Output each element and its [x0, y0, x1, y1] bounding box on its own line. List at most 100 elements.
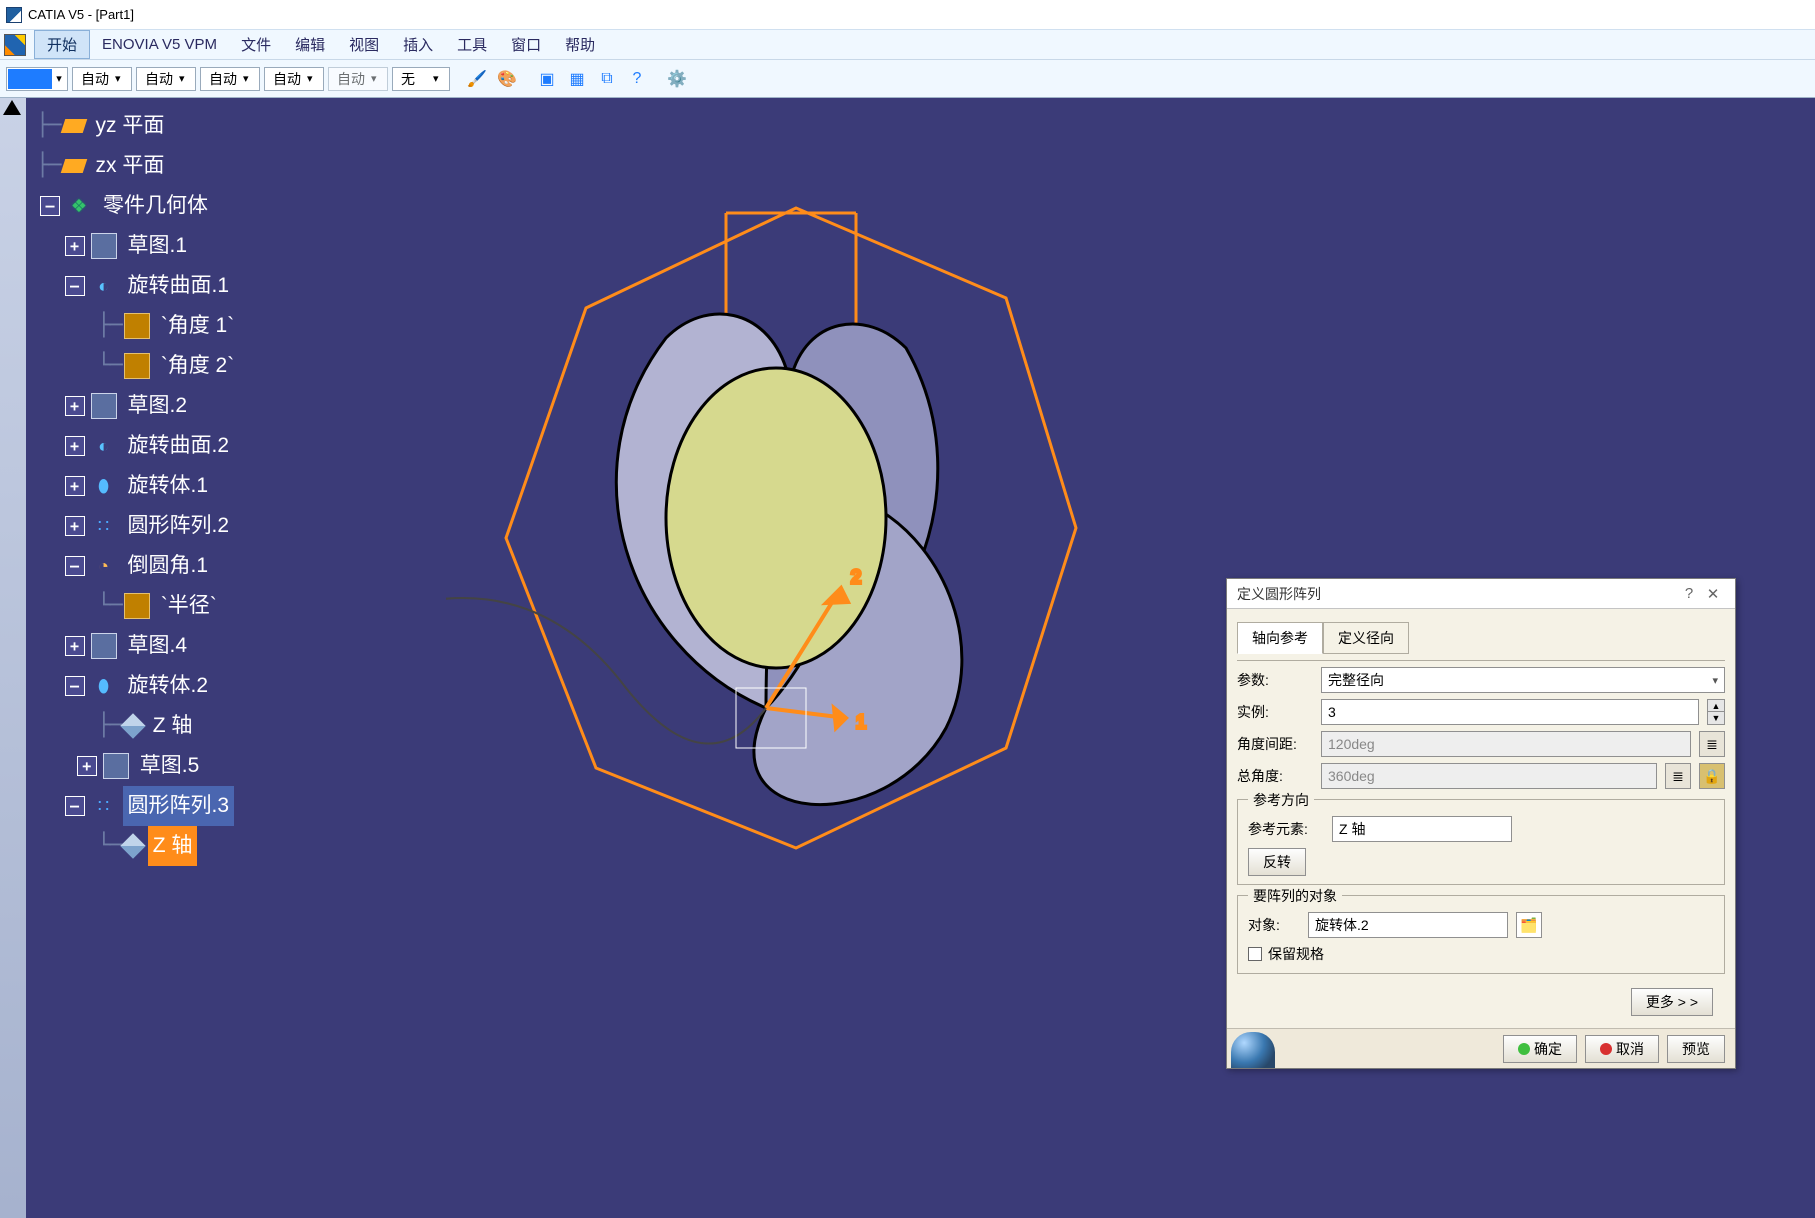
expand-toggle[interactable]: [65, 236, 85, 256]
combo-3[interactable]: 自动▾: [200, 67, 260, 91]
cancel-button[interactable]: 取消: [1585, 1035, 1659, 1063]
cube-tool-icon[interactable]: ▣: [534, 66, 560, 92]
surface-icon: ◐: [91, 433, 117, 459]
dropdown-icon[interactable]: ▾: [307, 72, 321, 85]
menu-start[interactable]: 开始: [34, 30, 90, 59]
checkbox-box[interactable]: [1248, 947, 1262, 961]
spin-up-icon[interactable]: ▲: [1708, 700, 1724, 712]
ok-button[interactable]: 确定: [1503, 1035, 1577, 1063]
color-swatch: [8, 69, 52, 89]
viewport-3d[interactable]: ├─yz 平面 ├─zx 平面 ❖零件几何体 草图.1 ◐旋转曲面.1 ├─`角…: [26, 98, 1815, 1218]
reverse-button[interactable]: 反转: [1248, 848, 1306, 876]
expand-toggle[interactable]: [65, 636, 85, 656]
tree-sketch-4[interactable]: 草图.4: [36, 626, 239, 666]
spacing-function-icon[interactable]: ≣: [1699, 731, 1725, 757]
combo-1[interactable]: 自动▾: [72, 67, 132, 91]
assembly-tool-icon[interactable]: ⚙️: [664, 66, 690, 92]
grid-tool-icon[interactable]: ▦: [564, 66, 590, 92]
tree-yz-plane[interactable]: ├─yz 平面: [36, 106, 239, 146]
tint-tool-icon[interactable]: 🎨: [494, 66, 520, 92]
help-icon[interactable]: ?: [1677, 585, 1701, 602]
keep-spec-checkbox[interactable]: 保留规格: [1248, 944, 1324, 964]
angular-spacing-value: 120deg: [1328, 736, 1375, 752]
tree-fillet-1[interactable]: ◔倒圆角.1: [36, 546, 239, 586]
dropdown-icon[interactable]: ▾: [371, 72, 385, 85]
collapse-toggle[interactable]: [65, 556, 85, 576]
angle-function-icon[interactable]: ≣: [1665, 763, 1691, 789]
collapse-toggle[interactable]: [65, 276, 85, 296]
brush-tool-icon[interactable]: 🖌️: [464, 66, 490, 92]
dropdown-icon[interactable]: ▾: [115, 72, 129, 85]
tree-rotsurf-1[interactable]: ◐旋转曲面.1: [36, 266, 239, 306]
tree-shaft-2[interactable]: ⬮旋转体.2: [36, 666, 239, 706]
menu-file[interactable]: 文件: [229, 31, 283, 58]
tree-zx-plane[interactable]: ├─zx 平面: [36, 146, 239, 186]
close-icon[interactable]: ✕: [1701, 585, 1725, 603]
surface-icon: ◐: [91, 273, 117, 299]
tree-circpattern-3[interactable]: ∷圆形阵列.3: [36, 786, 239, 826]
tree-label: zx 平面: [91, 146, 170, 186]
more-button[interactable]: 更多 > >: [1631, 988, 1713, 1016]
tree-part-body[interactable]: ❖零件几何体: [36, 186, 239, 226]
menu-view[interactable]: 视图: [337, 31, 391, 58]
tree-radius[interactable]: └─`半径`: [36, 586, 239, 626]
tree-z-axis[interactable]: ├─Z 轴: [36, 706, 239, 746]
title-bar: CATIA V5 - [Part1]: [0, 0, 1815, 30]
dropdown-icon[interactable]: ▾: [243, 72, 257, 85]
color-swatch-combo[interactable]: ▾: [6, 67, 68, 91]
dropdown-icon[interactable]: ▾: [179, 72, 193, 85]
document-icon[interactable]: [4, 34, 26, 56]
object-input[interactable]: 旋转体.2: [1308, 912, 1508, 938]
tree-shaft-1[interactable]: ⬮旋转体.1: [36, 466, 239, 506]
combo-6[interactable]: 无▾: [392, 67, 450, 91]
tree-angle-2[interactable]: └─`角度 2`: [36, 346, 239, 386]
param-combo[interactable]: 完整径向 ▾: [1321, 667, 1725, 693]
total-angle-value: 360deg: [1328, 768, 1375, 784]
menu-help[interactable]: 帮助: [553, 31, 607, 58]
menu-window[interactable]: 窗口: [499, 31, 553, 58]
lock-icon[interactable]: 🔒: [1699, 763, 1725, 789]
expand-toggle[interactable]: [65, 516, 85, 536]
tab-axial-ref[interactable]: 轴向参考: [1237, 622, 1323, 654]
instances-input[interactable]: 3: [1321, 699, 1699, 725]
menu-edit[interactable]: 编辑: [283, 31, 337, 58]
svg-text:1: 1: [856, 712, 866, 732]
tree-z-axis-2[interactable]: └─Z 轴: [36, 826, 239, 866]
combo-1-text: 自动: [75, 69, 115, 89]
combo-5[interactable]: 自动▾: [328, 67, 388, 91]
expand-toggle[interactable]: [65, 396, 85, 416]
tree-sketch-2[interactable]: 草图.2: [36, 386, 239, 426]
instances-spinner[interactable]: ▲▼: [1707, 699, 1725, 725]
dropdown-icon[interactable]: ▾: [1712, 674, 1718, 687]
spin-down-icon[interactable]: ▼: [1708, 712, 1724, 724]
select-object-icon[interactable]: 🗂️: [1516, 912, 1542, 938]
dropdown-icon[interactable]: ▾: [52, 72, 66, 85]
tree-sketch-1[interactable]: 草图.1: [36, 226, 239, 266]
help-tool-icon[interactable]: ?: [624, 66, 650, 92]
collapse-toggle[interactable]: [65, 676, 85, 696]
window-title: CATIA V5 - [Part1]: [28, 7, 134, 22]
circular-pattern-dialog[interactable]: 定义圆形阵列 ? ✕ 轴向参考 定义径向 参数: 完整径向 ▾: [1226, 578, 1736, 1069]
expand-toggle[interactable]: [65, 436, 85, 456]
expand-toggle[interactable]: [65, 476, 85, 496]
gutter-triangle-icon[interactable]: [3, 100, 21, 115]
collapse-toggle[interactable]: [40, 196, 60, 216]
dropdown-icon[interactable]: ▾: [433, 72, 447, 85]
dialog-titlebar[interactable]: 定义圆形阵列 ? ✕: [1227, 579, 1735, 609]
expand-toggle[interactable]: [77, 756, 97, 776]
shaft-icon: ⬮: [91, 473, 117, 499]
tab-define-radial[interactable]: 定义径向: [1323, 622, 1409, 654]
preview-button[interactable]: 预览: [1667, 1035, 1725, 1063]
tree-angle-1[interactable]: ├─`角度 1`: [36, 306, 239, 346]
combo-4[interactable]: 自动▾: [264, 67, 324, 91]
menu-insert[interactable]: 插入: [391, 31, 445, 58]
menu-enovia[interactable]: ENOVIA V5 VPM: [90, 33, 229, 56]
select-tool-icon[interactable]: ⧉: [594, 66, 620, 92]
tree-sketch-5[interactable]: 草图.5: [36, 746, 239, 786]
menu-tools[interactable]: 工具: [445, 31, 499, 58]
collapse-toggle[interactable]: [65, 796, 85, 816]
ref-element-input[interactable]: Z 轴: [1332, 816, 1512, 842]
combo-2[interactable]: 自动▾: [136, 67, 196, 91]
tree-rotsurf-2[interactable]: ◐旋转曲面.2: [36, 426, 239, 466]
tree-circpattern-2[interactable]: ∷圆形阵列.2: [36, 506, 239, 546]
